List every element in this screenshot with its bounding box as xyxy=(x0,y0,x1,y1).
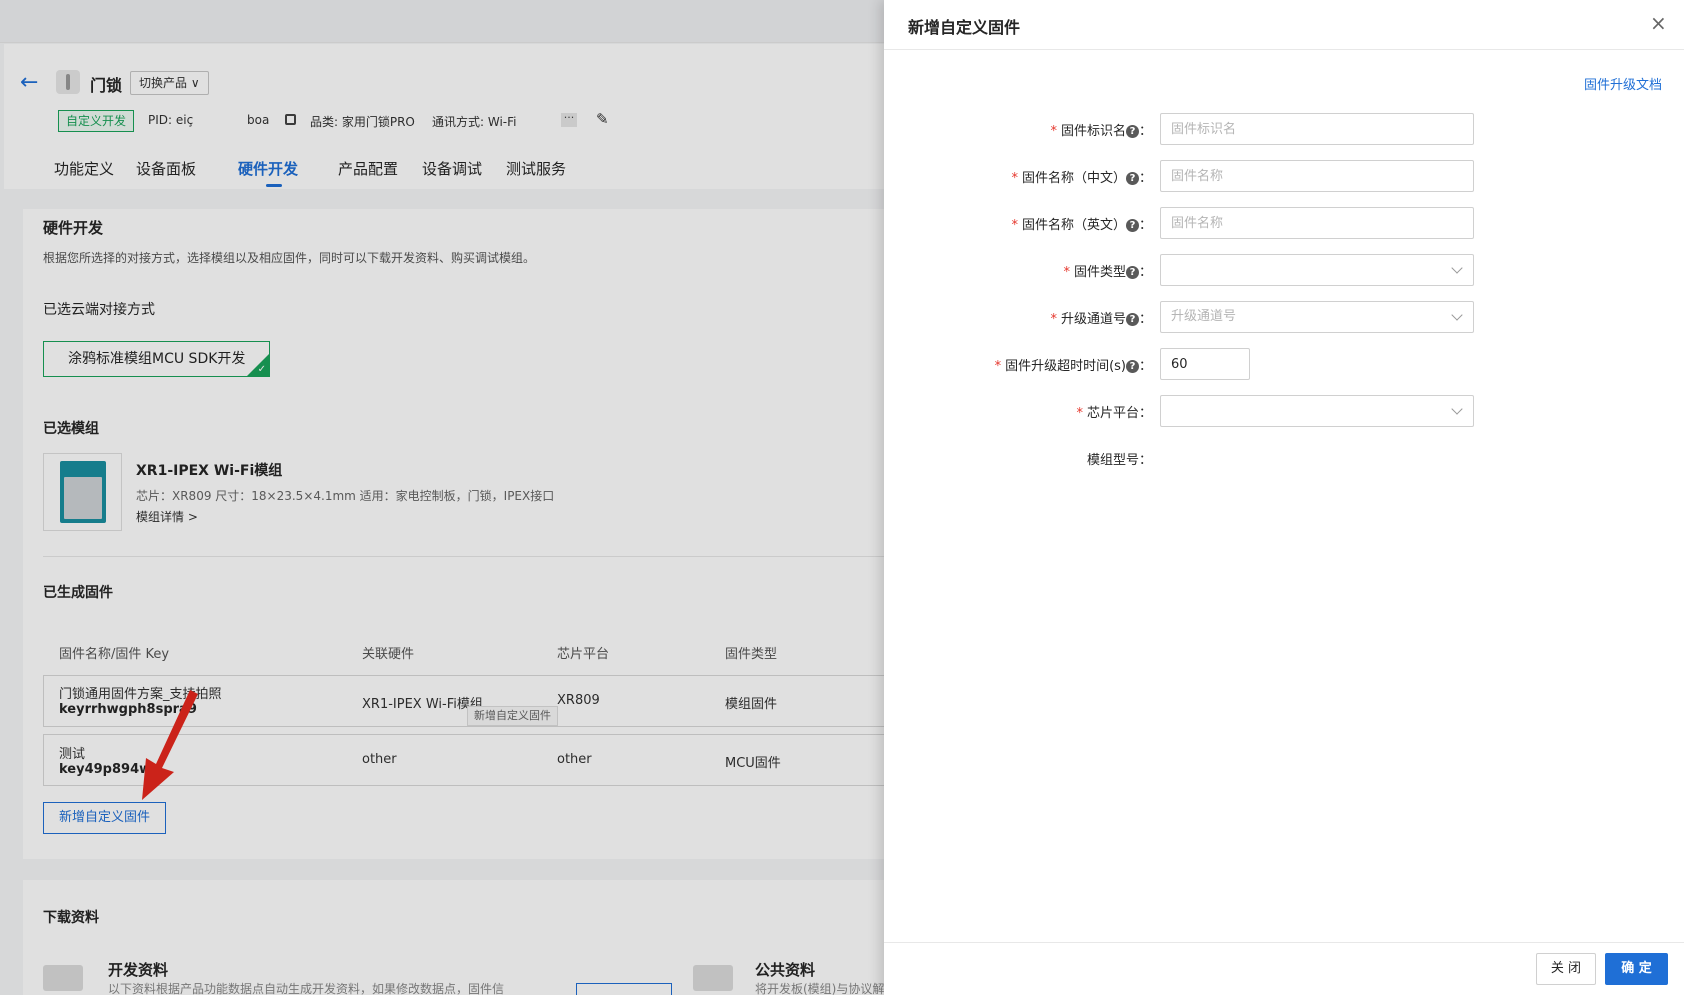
colon: ： xyxy=(1138,171,1152,186)
label-text: 模组型号 xyxy=(1086,453,1139,468)
field-label-timeout: * 固件升级超时时间(s)?： xyxy=(995,355,1152,374)
label-text: 固件名称（英文） xyxy=(1021,218,1126,233)
close-button[interactable]: 关 闭 xyxy=(1536,953,1596,985)
required-mark: * xyxy=(1050,312,1057,327)
help-icon[interactable]: ? xyxy=(1125,360,1139,373)
field-label-module-model: 模组型号： xyxy=(1087,449,1152,468)
page: ← 门锁 切换产品 ∨ 自定义开发 PID: eiç boa 品类: 家用门锁P… xyxy=(0,0,1684,995)
colon: ： xyxy=(1138,312,1152,327)
required-mark: * xyxy=(994,359,1002,374)
drawer-title: 新增自定义固件 xyxy=(908,18,1021,37)
required-mark: * xyxy=(1076,406,1083,421)
label-text: 芯片平台 xyxy=(1086,406,1139,421)
field-label-name-en: * 固件名称（英文）?： xyxy=(1011,214,1152,233)
field-label-upgrade-channel: * 升级通道号?： xyxy=(1050,308,1152,327)
label-text: 固件类型 xyxy=(1073,265,1126,280)
drawer-header: 新增自定义固件 × xyxy=(884,0,1684,50)
upgrade-channel-select[interactable]: 升级通道号 xyxy=(1160,301,1474,333)
required-mark: * xyxy=(1011,171,1018,186)
help-icon[interactable]: ? xyxy=(1125,219,1139,232)
confirm-button[interactable]: 确 定 xyxy=(1605,953,1668,985)
label-text: 固件升级超时时间(s) xyxy=(1005,359,1126,374)
colon: ： xyxy=(1138,359,1152,374)
chip-platform-select[interactable] xyxy=(1160,395,1474,427)
firmware-id-input[interactable] xyxy=(1160,113,1474,145)
label-text: 升级通道号 xyxy=(1060,312,1126,327)
firmware-name-cn-input[interactable] xyxy=(1160,160,1474,192)
firmware-type-select[interactable] xyxy=(1160,254,1474,286)
timeout-input[interactable] xyxy=(1160,348,1250,380)
help-icon[interactable]: ? xyxy=(1125,313,1139,326)
chevron-down-icon xyxy=(1451,403,1463,415)
field-label-firmware-id: * 固件标识名?： xyxy=(1050,120,1152,139)
label-text: 固件标识名 xyxy=(1060,124,1126,139)
field-label-name-cn: * 固件名称（中文）?： xyxy=(1011,167,1152,186)
colon: ： xyxy=(1138,265,1152,280)
label-text: 固件名称（中文） xyxy=(1021,171,1126,186)
chevron-down-icon xyxy=(1451,309,1463,321)
drawer-footer: 关 闭 确 定 xyxy=(884,942,1684,995)
colon: ： xyxy=(1138,406,1152,421)
add-firmware-drawer: 新增自定义固件 × 固件升级文档 *固件标识名?： *固件名称（中文）?： *固… xyxy=(884,0,1684,995)
chevron-down-icon xyxy=(1451,262,1463,274)
required-mark: * xyxy=(1063,265,1070,280)
select-placeholder: 升级通道号 xyxy=(1171,309,1237,324)
help-icon[interactable]: ? xyxy=(1125,125,1139,138)
required-mark: * xyxy=(1050,124,1057,139)
firmware-doc-link[interactable]: 固件升级文档 xyxy=(1584,74,1662,93)
help-icon[interactable]: ? xyxy=(1125,266,1139,279)
field-label-chip-platform: * 芯片平台： xyxy=(1076,402,1152,421)
firmware-name-en-input[interactable] xyxy=(1160,207,1474,239)
colon: ： xyxy=(1138,124,1152,139)
field-label-firmware-type: * 固件类型?： xyxy=(1063,261,1152,280)
colon: ： xyxy=(1138,453,1152,468)
close-icon[interactable]: × xyxy=(1650,12,1667,34)
help-icon[interactable]: ? xyxy=(1125,172,1139,185)
colon: ： xyxy=(1138,218,1152,233)
required-mark: * xyxy=(1011,218,1018,233)
